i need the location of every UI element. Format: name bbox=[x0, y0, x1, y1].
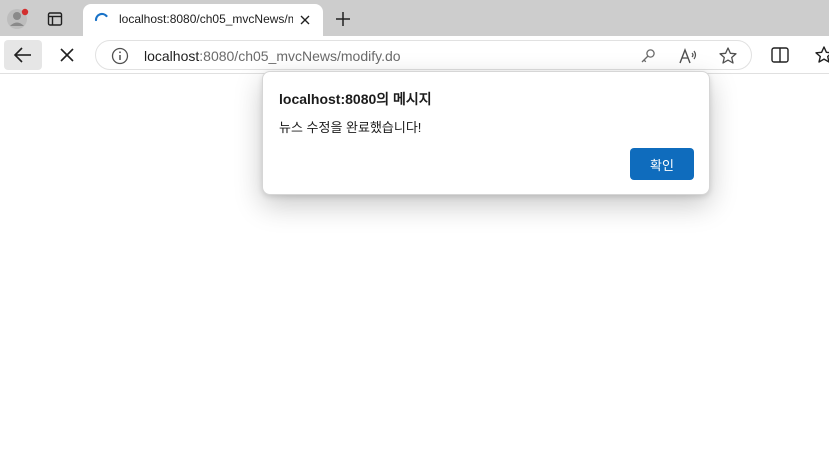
dialog-title: localhost:8080의 메시지 bbox=[279, 91, 432, 107]
split-screen-icon[interactable] bbox=[770, 45, 790, 65]
stop-icon bbox=[60, 48, 74, 62]
new-tab-button[interactable] bbox=[332, 8, 354, 30]
tab-title: localhost:8080/ch05_mvcNews/modify.do bbox=[119, 12, 293, 26]
plus-icon bbox=[336, 12, 350, 26]
dialog-message: 뉴스 수정을 완료했습니다! bbox=[279, 120, 422, 135]
address-bar[interactable]: localhost:8080/ch05_mvcNews/modify.do bbox=[95, 40, 752, 70]
tab-actions-icon[interactable] bbox=[42, 7, 68, 31]
browser-window: localhost:8080/ch05_mvcNews/modify.do bbox=[0, 0, 829, 465]
close-icon[interactable] bbox=[297, 12, 313, 28]
loading-spinner-icon bbox=[93, 11, 111, 29]
ok-button[interactable]: 확인 bbox=[630, 148, 694, 180]
key-icon[interactable] bbox=[638, 46, 658, 66]
active-tab[interactable]: localhost:8080/ch05_mvcNews/modify.do bbox=[83, 4, 323, 36]
url-text[interactable]: localhost:8080/ch05_mvcNews/modify.do bbox=[144, 48, 401, 64]
profile-avatar-icon[interactable] bbox=[6, 7, 30, 31]
url-path: :8080/ch05_mvcNews/modify.do bbox=[199, 48, 401, 64]
back-button[interactable] bbox=[4, 40, 42, 70]
star-icon[interactable] bbox=[718, 46, 738, 66]
tab-strip: localhost:8080/ch05_mvcNews/modify.do bbox=[0, 0, 829, 36]
info-icon[interactable] bbox=[111, 47, 129, 65]
read-aloud-icon[interactable] bbox=[678, 46, 698, 66]
alert-dialog: localhost:8080의 메시지 뉴스 수정을 완료했습니다! 확인 bbox=[262, 71, 710, 195]
url-host: localhost bbox=[144, 48, 200, 64]
stop-button[interactable] bbox=[52, 40, 82, 70]
toolbar: localhost:8080/ch05_mvcNews/modify.do bbox=[0, 36, 829, 74]
back-arrow-icon bbox=[13, 47, 31, 63]
favorites-icon[interactable] bbox=[814, 45, 829, 65]
